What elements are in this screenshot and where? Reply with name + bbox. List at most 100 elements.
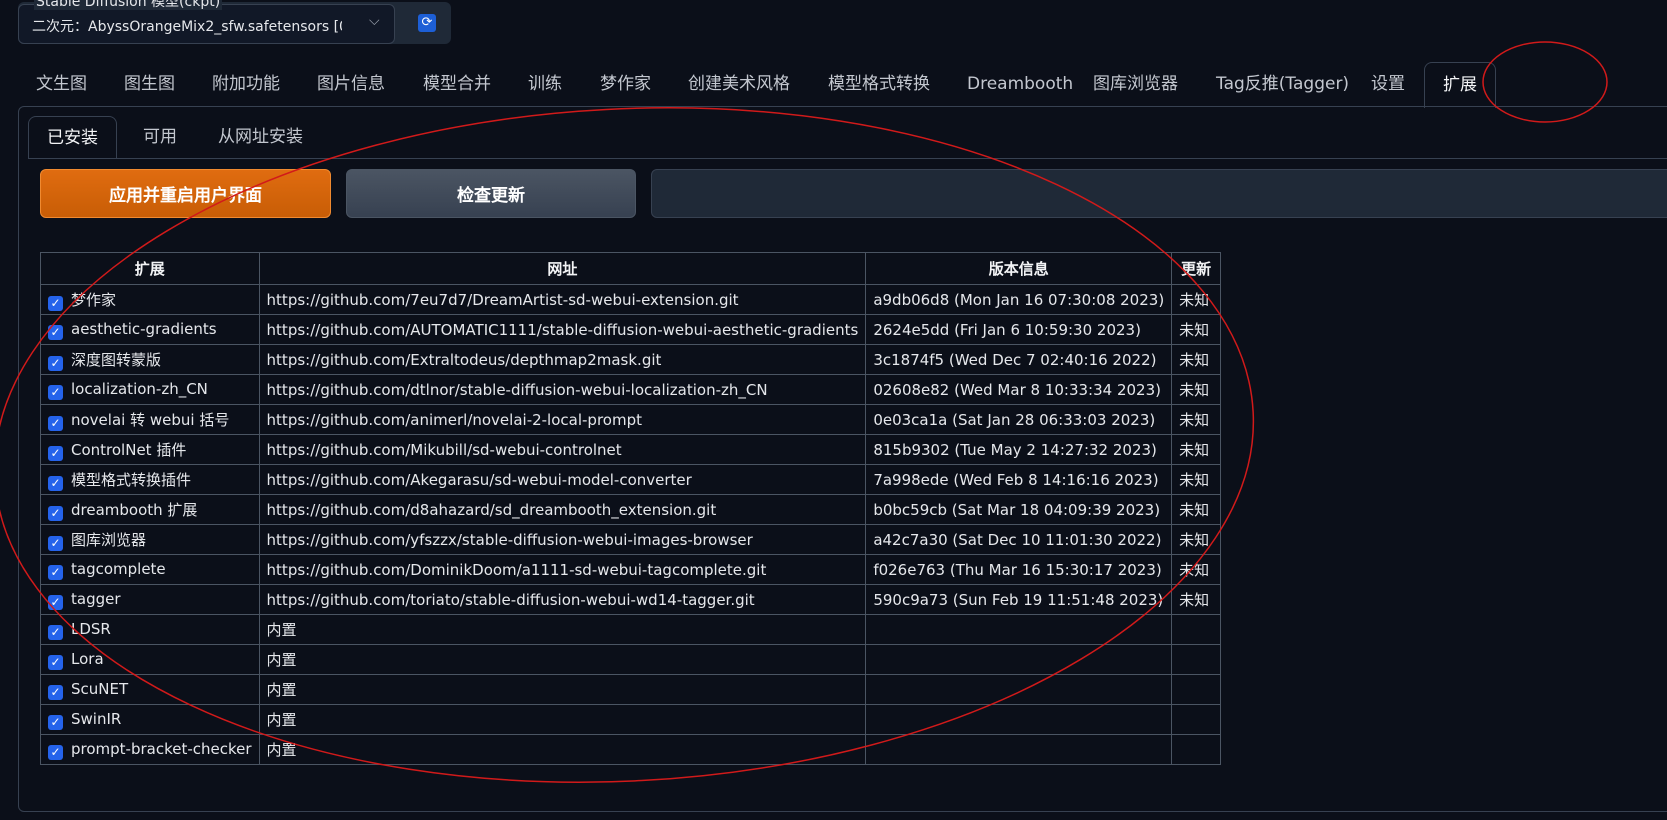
extension-name: SwinIR <box>71 709 122 728</box>
refresh-icon[interactable]: ⟳ <box>418 14 436 32</box>
update-cell <box>1171 614 1222 645</box>
checkbox-checked-icon[interactable]: ✓ <box>48 324 63 340</box>
version-cell: b0bc59cb (Sat Mar 18 04:09:39 2023) <box>865 494 1173 525</box>
url-cell: https://github.com/Akegarasu/sd-webui-mo… <box>258 464 867 495</box>
tab-train[interactable]: 训练 <box>528 62 562 106</box>
update-status: 未知 <box>1179 531 1210 549</box>
extension-cell: ✓ 梦作家 <box>40 284 260 315</box>
update-cell: 未知 <box>1171 314 1222 345</box>
tab-model-converter[interactable]: 模型格式转换 <box>828 62 930 106</box>
model-label: Stable Diffusion 模型(ckpt) <box>34 0 223 10</box>
url-cell: https://github.com/dtlnor/stable-diffusi… <box>258 374 867 405</box>
extensions-table: 扩展 网址 版本信息 更新 ✓ 梦作家 https://github.com/7eu… <box>40 252 1222 765</box>
extension-name: prompt-bracket-checker <box>71 739 252 758</box>
table-row: ✓ 图库浏览器 https://github.com/yfszzx/stable-d… <box>40 524 1222 555</box>
checkbox-checked-icon[interactable]: ✓ <box>48 505 63 521</box>
checkbox-checked-icon[interactable]: ✓ <box>48 594 63 610</box>
extension-cell: ✓ novelai 转 webui 括号 <box>40 404 260 435</box>
tab-png-info[interactable]: 图片信息 <box>317 62 385 106</box>
checkbox-checked-icon[interactable]: ✓ <box>48 355 63 371</box>
tab-image-browser[interactable]: 图库浏览器 <box>1093 62 1178 106</box>
version-info: 7a998ede (Wed Feb 8 14:16:16 2023) <box>873 470 1159 489</box>
tab-txt2img[interactable]: 文生图 <box>36 62 87 106</box>
header-url: 网址 <box>258 252 867 285</box>
checkbox-checked-icon[interactable]: ✓ <box>48 564 63 580</box>
extension-cell: ✓ Lora <box>40 644 260 675</box>
checkbox-checked-icon[interactable]: ✓ <box>48 535 63 551</box>
tab-extras[interactable]: 附加功能 <box>212 62 280 106</box>
table-row: ✓ ScuNET 内置 <box>40 674 1222 705</box>
version-cell: 0e03ca1a (Sat Jan 28 06:33:03 2023) <box>865 404 1173 435</box>
tab-create-aesthetic[interactable]: 创建美术风格 <box>688 62 790 106</box>
tab-tagger[interactable]: Tag反推(Tagger) <box>1216 62 1349 106</box>
tab-installed[interactable]: 已安装 <box>28 116 117 159</box>
checkbox-checked-icon[interactable]: ✓ <box>48 475 63 491</box>
extension-cell: ✓ prompt-bracket-checker <box>40 734 260 765</box>
url-cell: https://github.com/Extraltodeus/depthmap… <box>258 344 867 375</box>
extension-name: novelai 转 webui 括号 <box>71 410 230 429</box>
extension-url: https://github.com/Extraltodeus/depthmap… <box>266 350 662 369</box>
model-selector-block: 二次元：AbyssOrangeMix2_sfw.safetensors [038… <box>18 0 451 44</box>
tab-img2img[interactable]: 图生图 <box>124 62 175 106</box>
checkbox-checked-icon[interactable]: ✓ <box>48 714 63 730</box>
header-version: 版本信息 <box>865 252 1173 285</box>
extension-url: https://github.com/DominikDoom/a1111-sd-… <box>266 560 767 579</box>
checkbox-checked-icon[interactable]: ✓ <box>48 415 63 431</box>
extension-name: aesthetic-gradients <box>71 319 217 338</box>
checkbox-checked-icon[interactable]: ✓ <box>48 654 63 670</box>
extension-cell: ✓ SwinIR <box>40 704 260 735</box>
extension-name: 深度图转蒙版 <box>71 350 162 369</box>
checkbox-checked-icon[interactable]: ✓ <box>48 445 63 461</box>
checkbox-checked-icon[interactable]: ✓ <box>48 744 63 760</box>
model-value: 二次元：AbyssOrangeMix2_sfw.safetensors [038 <box>32 19 342 35</box>
tab-extensions[interactable]: 扩展 <box>1424 62 1496 108</box>
extension-name: LDSR <box>71 619 111 638</box>
version-cell: 2624e5dd (Fri Jan 6 10:59:30 2023) <box>865 314 1173 345</box>
version-cell: 815b9302 (Tue May 2 14:27:32 2023) <box>865 434 1173 465</box>
url-cell: 内置 <box>258 644 867 675</box>
version-info: 590c9a73 (Sun Feb 19 11:51:48 2023) <box>873 590 1164 609</box>
checkbox-checked-icon[interactable]: ✓ <box>48 684 63 700</box>
extension-url: 内置 <box>266 651 297 669</box>
update-cell: 未知 <box>1171 584 1222 615</box>
url-cell: 内置 <box>258 674 867 705</box>
url-cell: https://github.com/d8ahazard/sd_dreamboo… <box>258 494 867 525</box>
update-status: 未知 <box>1179 441 1210 459</box>
model-dropdown[interactable]: 二次元：AbyssOrangeMix2_sfw.safetensors [038… <box>18 4 395 44</box>
version-cell: 590c9a73 (Sun Feb 19 11:51:48 2023) <box>865 584 1173 615</box>
check-updates-button[interactable]: 检查更新 <box>346 169 636 218</box>
checkbox-checked-icon[interactable]: ✓ <box>48 624 63 640</box>
extension-name: 梦作家 <box>71 290 117 309</box>
version-info: 2624e5dd (Fri Jan 6 10:59:30 2023) <box>873 320 1141 339</box>
extension-url: https://github.com/AUTOMATIC1111/stable-… <box>266 320 859 339</box>
version-info: 3c1874f5 (Wed Dec 7 02:40:16 2022) <box>873 350 1157 369</box>
version-cell: 3c1874f5 (Wed Dec 7 02:40:16 2022) <box>865 344 1173 375</box>
tab-settings[interactable]: 设置 <box>1371 62 1405 106</box>
version-info: 815b9302 (Tue May 2 14:27:32 2023) <box>873 440 1157 459</box>
url-cell: https://github.com/AUTOMATIC1111/stable-… <box>258 314 867 345</box>
version-cell: a42c7a30 (Sat Dec 10 11:01:30 2022) <box>865 524 1173 555</box>
update-cell: 未知 <box>1171 434 1222 465</box>
url-cell: https://github.com/toriato/stable-diffus… <box>258 584 867 615</box>
tab-dreamartist[interactable]: 梦作家 <box>600 62 651 106</box>
update-status: 未知 <box>1179 591 1210 609</box>
tab-checkpoint-merger[interactable]: 模型合并 <box>423 62 491 106</box>
checkbox-checked-icon[interactable]: ✓ <box>48 384 63 400</box>
extension-name: ControlNet 插件 <box>71 440 187 459</box>
url-cell: 内置 <box>258 734 867 765</box>
table-row: ✓ prompt-bracket-checker 内置 <box>40 734 1222 765</box>
tab-dreambooth[interactable]: Dreambooth <box>967 62 1073 106</box>
tab-available[interactable]: 可用 <box>143 116 177 158</box>
version-info: 02608e82 (Wed Mar 8 10:33:34 2023) <box>873 380 1161 399</box>
url-cell: https://github.com/DominikDoom/a1111-sd-… <box>258 554 867 585</box>
table-row: ✓ novelai 转 webui 括号 https://github.com/an… <box>40 404 1222 435</box>
version-cell <box>865 644 1173 675</box>
url-cell: 内置 <box>258 614 867 645</box>
tab-install-from-url[interactable]: 从网址安装 <box>218 116 303 158</box>
version-info: b0bc59cb (Sat Mar 18 04:09:39 2023) <box>873 500 1161 519</box>
version-cell <box>865 704 1173 735</box>
apply-and-restart-button[interactable]: 应用并重启用户界面 <box>40 169 331 218</box>
update-cell: 未知 <box>1171 344 1222 375</box>
version-cell: a9db06d8 (Mon Jan 16 07:30:08 2023) <box>865 284 1173 315</box>
checkbox-checked-icon[interactable]: ✓ <box>48 295 63 311</box>
